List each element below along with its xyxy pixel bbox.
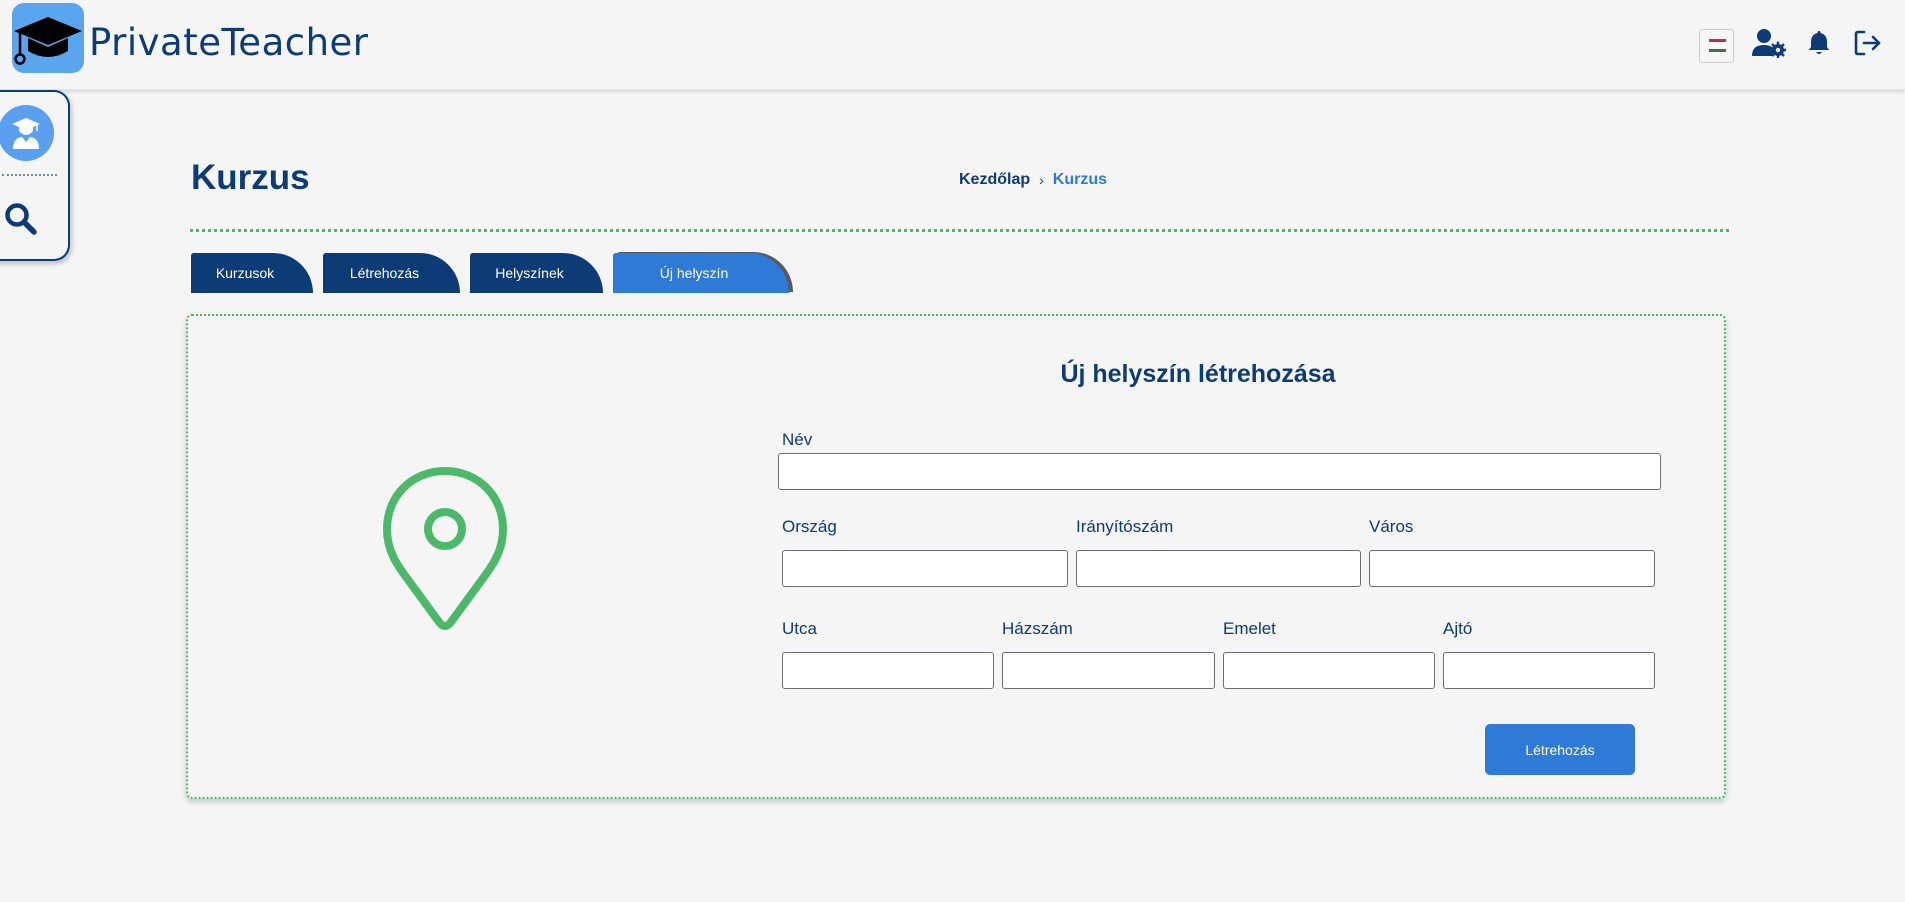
country-input[interactable] bbox=[782, 550, 1068, 587]
sidebar bbox=[0, 90, 70, 261]
new-location-card: Új helyszín létrehozása Név Ország Irány… bbox=[186, 314, 1726, 799]
tab-label: Létrehozás bbox=[349, 265, 420, 281]
house-number-label: Házszám bbox=[1002, 619, 1073, 638]
form-title: Új helyszín létrehozása bbox=[1060, 360, 1336, 388]
tab-label: Helyszínek bbox=[495, 265, 564, 281]
create-button[interactable]: Létrehozás bbox=[1485, 724, 1635, 775]
chevron-right-icon: › bbox=[1039, 172, 1044, 188]
breadcrumb-current: Kurzus bbox=[1052, 171, 1108, 188]
student-avatar-icon[interactable] bbox=[0, 105, 54, 161]
top-header: PrivateTeacher bbox=[0, 0, 1905, 90]
city-input[interactable] bbox=[1369, 550, 1655, 587]
flag-stripe-green bbox=[1709, 49, 1726, 52]
hungarian-flag-icon bbox=[1709, 39, 1726, 42]
breadcrumb: Kezdőlap › Kurzus bbox=[959, 171, 1107, 189]
tab-letrehozas[interactable]: Létrehozás bbox=[323, 253, 460, 293]
street-label: Utca bbox=[782, 619, 817, 638]
city-label: Város bbox=[1369, 517, 1414, 536]
door-label: Ajtó bbox=[1443, 619, 1473, 638]
title-divider bbox=[190, 229, 1729, 232]
sidebar-divider bbox=[2, 174, 57, 176]
tab-kurzusok[interactable]: Kurzusok bbox=[191, 253, 313, 293]
tab-label: Kurzusok bbox=[215, 265, 275, 281]
postal-code-label: Irányítószám bbox=[1076, 517, 1174, 536]
floor-input[interactable] bbox=[1223, 652, 1435, 689]
breadcrumb-home-link[interactable]: Kezdőlap bbox=[959, 171, 1030, 189]
country-label: Ország bbox=[782, 517, 837, 536]
floor-label: Emelet bbox=[1223, 619, 1276, 638]
logout-icon[interactable] bbox=[1851, 26, 1885, 60]
map-pin-icon bbox=[375, 465, 515, 645]
street-input[interactable] bbox=[782, 652, 994, 689]
house-number-input[interactable] bbox=[1002, 652, 1215, 689]
door-input[interactable] bbox=[1443, 652, 1655, 689]
tab-label: Új helyszín bbox=[659, 265, 729, 281]
page-title: Kurzus bbox=[191, 158, 310, 197]
flag-stripe-white bbox=[1709, 44, 1726, 47]
postal-code-input[interactable] bbox=[1076, 550, 1361, 587]
tab-helyszinek[interactable]: Helyszínek bbox=[470, 253, 603, 293]
bell-icon[interactable] bbox=[1802, 26, 1836, 60]
name-input[interactable] bbox=[778, 453, 1661, 490]
user-settings-icon[interactable] bbox=[1752, 26, 1786, 60]
graduation-cap-logo-icon[interactable] bbox=[12, 3, 84, 73]
app-title[interactable]: PrivateTeacher bbox=[89, 21, 369, 64]
name-label: Név bbox=[782, 430, 813, 449]
language-selector-button[interactable] bbox=[1699, 29, 1734, 63]
search-icon[interactable] bbox=[4, 202, 38, 241]
tab-uj-helyszin[interactable]: Új helyszín bbox=[613, 253, 789, 293]
